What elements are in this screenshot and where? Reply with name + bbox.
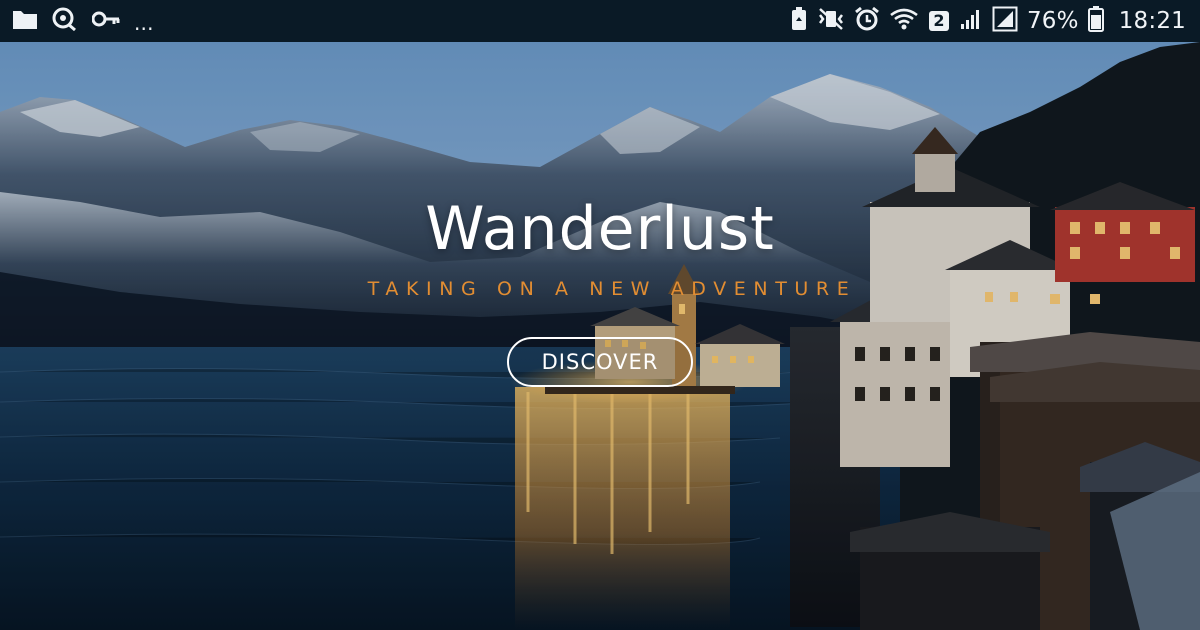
- discover-button[interactable]: DISCOVER: [507, 337, 693, 387]
- key-icon: [91, 8, 120, 34]
- alarm-icon: [854, 6, 880, 36]
- clock: 18:21: [1118, 8, 1186, 34]
- wifi-icon: [889, 7, 919, 35]
- status-bar-right: 2 76% 18:21: [790, 0, 1186, 42]
- sync-icon: [52, 7, 78, 35]
- recycle-icon: [790, 7, 808, 35]
- phone-screen: ... 2 76% 18:21 Wanderlust TAKING ON A N…: [0, 0, 1200, 630]
- battery-icon: [1087, 6, 1104, 36]
- status-bar: ... 2 76% 18:21: [0, 0, 1200, 42]
- sim-2-icon: 2: [928, 10, 950, 32]
- hero-background-image: [0, 42, 1200, 630]
- vibrate-mute-icon: [817, 7, 845, 35]
- overflow-indicator: ...: [134, 11, 154, 35]
- signal-icon: [959, 7, 983, 35]
- hero-subtitle: TAKING ON A NEW ADVENTURE: [367, 278, 857, 300]
- status-bar-left: ...: [12, 0, 154, 42]
- sim-badge-number: 2: [933, 11, 945, 30]
- hero-title: Wanderlust: [425, 194, 775, 264]
- folder-icon: [12, 8, 38, 34]
- hero-section: Wanderlust TAKING ON A NEW ADVENTURE DIS…: [0, 42, 1200, 630]
- battery-percentage: 76%: [1026, 8, 1079, 34]
- signal-box-icon: [992, 6, 1018, 36]
